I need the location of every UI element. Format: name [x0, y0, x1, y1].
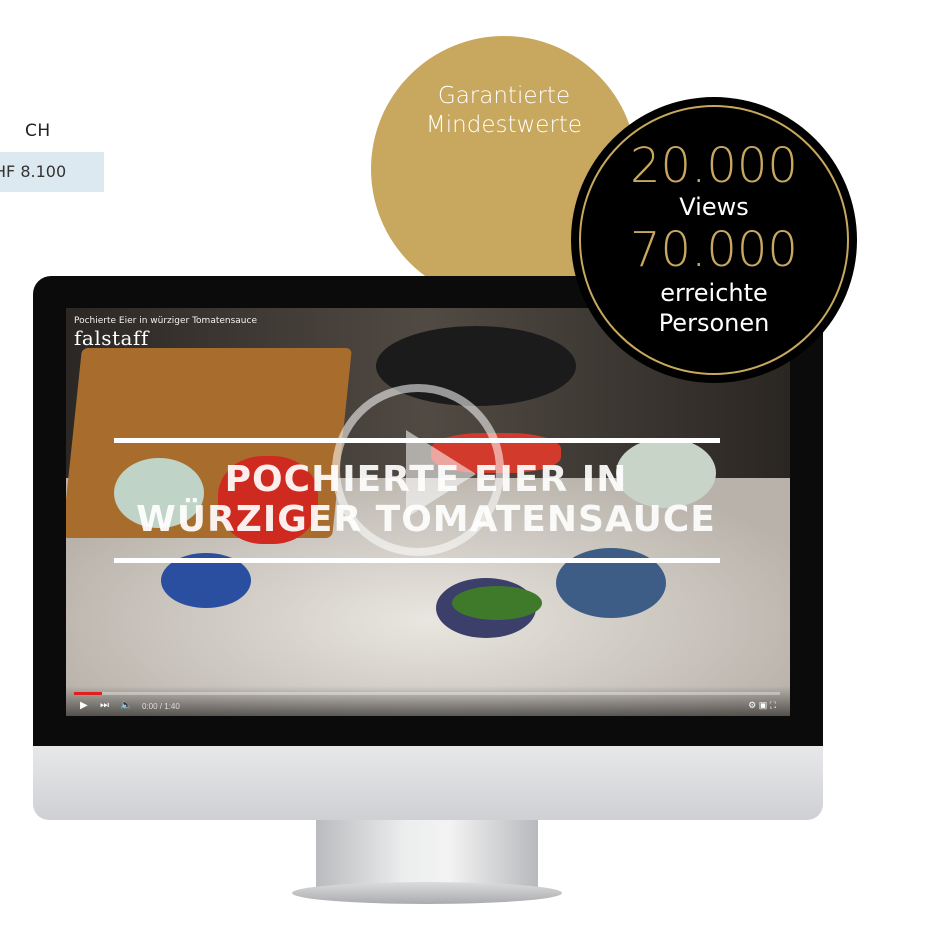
volume-icon[interactable]: 🔈: [120, 700, 132, 711]
progress-bar[interactable]: [74, 692, 780, 695]
play-control-icon[interactable]: ▶: [80, 700, 88, 711]
monitor-chin: [33, 746, 823, 820]
play-button[interactable]: [332, 384, 504, 556]
price-box: HF 8.100: [0, 152, 104, 192]
reach-value: 70.000: [630, 222, 798, 278]
progress-fill: [74, 692, 103, 695]
reach-label-1: erreichte: [660, 279, 768, 307]
settings-icon[interactable]: ⚙ ▣ ⛶: [748, 700, 776, 711]
reach-label-2: Personen: [658, 309, 770, 337]
player-controls: ▶ ⏭ 🔈 0:00 / 1:40 ⚙ ▣ ⛶: [66, 686, 790, 716]
views-value: 20.000: [630, 138, 798, 194]
views-label: Views: [679, 193, 749, 221]
guarantee-line-1: Garantierte: [437, 83, 571, 109]
next-icon[interactable]: ⏭: [100, 700, 109, 711]
guarantee-badge-text: Garantierte Mindestwerte: [371, 82, 637, 140]
channel-logo[interactable]: falstaff: [74, 326, 149, 350]
video-title[interactable]: Pochierte Eier in würziger Tomatensauce: [74, 316, 257, 326]
overlay-rule-bottom: [114, 558, 720, 563]
stats-badge: 20.000 Views 70.000 erreichte Personen: [571, 97, 857, 383]
guarantee-line-2: Mindestwerte: [425, 112, 583, 138]
play-icon: [406, 430, 476, 518]
currency-label: CH: [25, 121, 51, 141]
time-display: 0:00 / 1:40: [142, 702, 180, 711]
monitor-base: [292, 882, 562, 904]
